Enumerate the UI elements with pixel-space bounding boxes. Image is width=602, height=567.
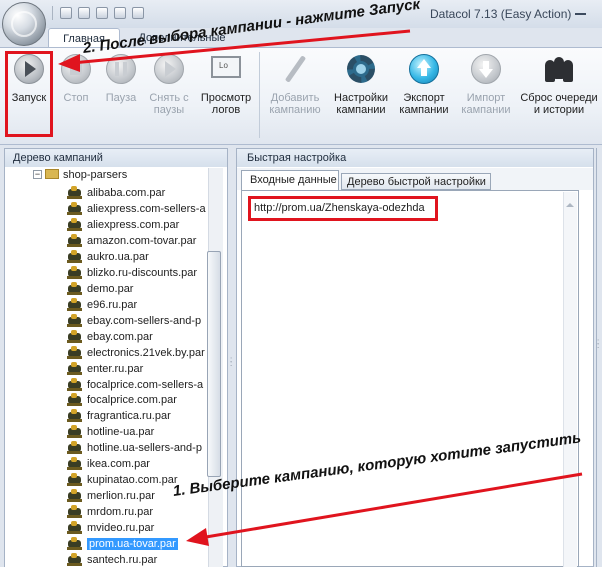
- step2-arrowhead: [58, 54, 80, 72]
- app-menu-orb[interactable]: [2, 2, 46, 46]
- step1-arrowhead: [186, 528, 209, 546]
